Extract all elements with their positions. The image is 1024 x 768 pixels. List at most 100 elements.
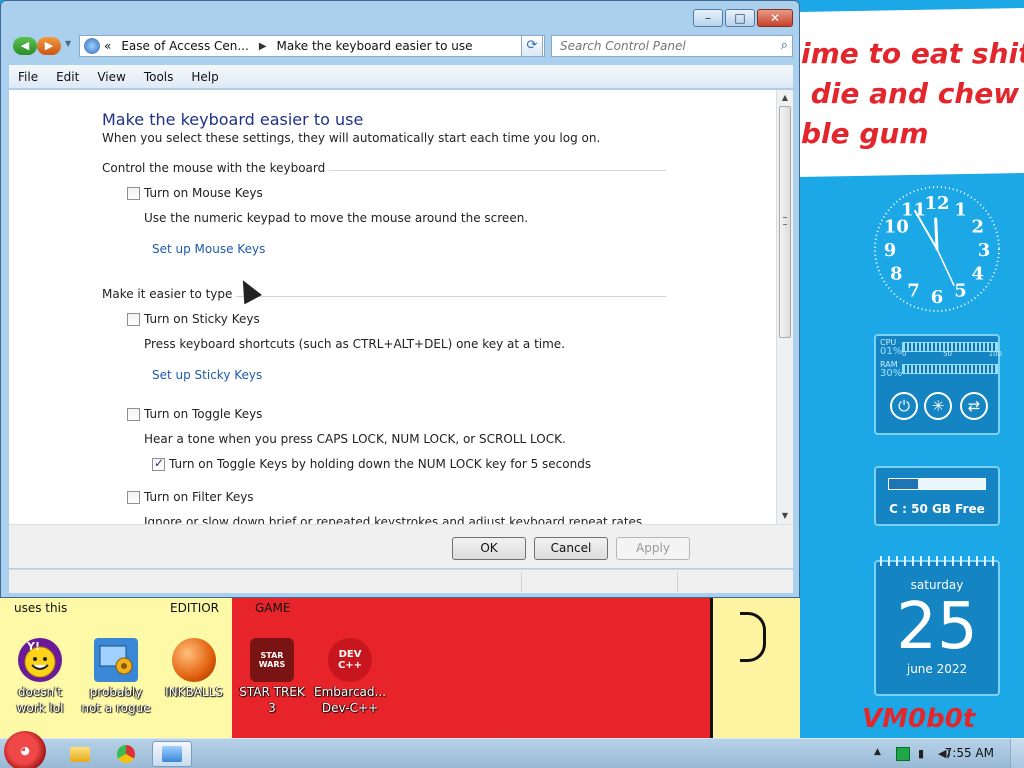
control-panel-window: – □ ✕ ◀ ▶ ▼ « Ease of Access Cen... ▶ Ma… [0,0,800,598]
toggle-keys-numlock-option[interactable]: Turn on Toggle Keys by holding down the … [152,456,591,471]
apply-button[interactable]: Apply [616,537,690,560]
desktop-icon-dev-cpp[interactable]: DEV C++ Embarcad... Dev-C++ [314,638,386,716]
wallpaper-text: ime to eat shit die and chew ble gum [801,37,1024,150]
refresh-button[interactable]: ⟳ [521,35,543,57]
scroll-up-icon[interactable]: ▲ [777,90,793,106]
toggle-keys-option[interactable]: Turn on Toggle Keys [127,407,262,421]
menu-view[interactable]: View [88,70,134,84]
wallpaper-label-game: GAME [255,601,291,615]
title-bar[interactable]: – □ ✕ [1,1,799,33]
show-desktop-button[interactable] [1010,739,1024,768]
cancel-button[interactable]: Cancel [534,537,608,560]
maximize-button[interactable]: □ [725,9,755,27]
taskbar-clock[interactable]: 7:55 AM [945,746,994,760]
drive-usage-fill [889,479,918,489]
search-box[interactable]: ⌕ [551,35,793,57]
sticky-keys-checkbox[interactable] [127,312,140,326]
toggle-keys-checkbox[interactable] [127,407,140,421]
cpu-value: 01% [880,346,903,357]
toggle-keys-label[interactable]: Turn on Toggle Keys [144,407,262,421]
drive-usage-bar [888,478,986,490]
section-mouse-label: Control the mouse with the keyboard [102,161,330,175]
desktop-icon-star-trek[interactable]: STAR WARS STAR TREK 3 [236,638,308,716]
sticky-keys-option[interactable]: Turn on Sticky Keys [127,312,260,326]
toggle-keys-numlock-label[interactable]: Turn on Toggle Keys by holding down the … [169,457,591,471]
setup-sticky-keys-link[interactable]: Set up Sticky Keys [152,368,262,382]
taskbar-chrome[interactable] [106,741,146,767]
control-panel-icon [162,746,182,762]
loading-icon[interactable]: ✳ [924,392,952,420]
show-hidden-icons[interactable]: ▲ [874,747,888,761]
sticky-keys-description: Press keyboard shortcuts (such as CTRL+A… [144,337,566,351]
breadcrumb-ease-of-access[interactable]: Ease of Access Cen... [121,39,248,53]
clock-numeral: 7 [907,281,920,302]
clock-numeral: 1 [954,199,967,220]
scroll-down-icon[interactable]: ▼ [777,508,793,524]
menu-help[interactable]: Help [182,70,227,84]
search-icon[interactable]: ⌕ [781,38,788,53]
section-mouse-header: Control the mouse with the keyboard [102,161,666,177]
desktop-icon-label: doesn't work lol [16,685,64,715]
desktop-icon-inkball[interactable]: INKBALLS [158,638,230,700]
taskbar: ◕ ▲ ▮ ◀) 7:55 AM [0,731,1024,768]
page-subtitle: When you select these settings, they wil… [102,131,601,145]
drive-gadget[interactable]: C : 50 GB Free [874,466,1000,526]
cpu-meter-gadget[interactable]: CPU 01% 0 50 100 RAM 30% ⏻ ✳ ⇄ [874,334,1002,435]
setup-mouse-keys-link[interactable]: Set up Mouse Keys [152,242,265,256]
scrollbar-grip [783,217,787,225]
filter-keys-label[interactable]: Turn on Filter Keys [144,490,254,504]
toggle-keys-numlock-checkbox[interactable] [152,456,165,471]
wallpaper-signature: VM0b0t [862,704,976,734]
menu-file[interactable]: File [9,70,47,84]
dev-cpp-icon: DEV C++ [328,638,372,682]
section-typing-header: Make it easier to type [102,287,666,303]
power-icon[interactable]: ⏻ [890,392,918,420]
filter-keys-description: Ignore or slow down brief or repeated ke… [144,515,646,524]
filter-keys-checkbox[interactable] [127,490,140,504]
control-panel-icon [94,638,138,682]
address-bar[interactable]: « Ease of Access Cen... ▶ Make the keybo… [79,35,545,57]
clock-numeral: 5 [954,281,967,302]
menu-tools[interactable]: Tools [135,70,183,84]
filter-keys-option[interactable]: Turn on Filter Keys [127,490,254,504]
breadcrumb-overflow[interactable]: « [104,39,111,53]
section-typing-label: Make it easier to type [102,287,237,301]
refresh-icon: ⟳ [526,38,538,53]
scrollbar-thumb[interactable] [779,106,791,338]
search-input[interactable] [552,36,762,56]
breadcrumb-separator[interactable]: ▶ [259,41,267,52]
vertical-scrollbar[interactable]: ▲ ▼ [776,90,793,524]
caption-buttons: – □ ✕ [693,9,793,27]
start-button[interactable]: ◕ [4,731,46,768]
clock-numeral: 12 [924,193,949,214]
close-button[interactable]: ✕ [757,9,793,27]
status-bar [9,569,793,593]
calendar-gadget[interactable]: saturday 25 june 2022 [874,556,1000,696]
desktop-icon-control-panel[interactable]: probably not a rogue [80,638,152,716]
sticky-keys-label[interactable]: Turn on Sticky Keys [144,312,260,326]
recent-pages-dropdown[interactable]: ▼ [65,39,71,48]
minimize-button[interactable]: – [693,9,723,27]
taskbar-explorer[interactable] [60,741,100,767]
taskbar-control-panel[interactable] [152,741,192,767]
chrome-icon [117,745,135,763]
network-icon[interactable]: ▮ [918,747,932,761]
clock-hour-hand [934,217,939,251]
mouse-keys-label[interactable]: Turn on Mouse Keys [144,186,263,200]
ok-button[interactable]: OK [452,537,526,560]
menu-edit[interactable]: Edit [47,70,88,84]
dialog-button-bar: OK Cancel Apply [9,524,793,568]
clock-gadget[interactable]: 12 1234567891011 [872,184,1002,314]
breadcrumb-current[interactable]: Make the keyboard easier to use [277,39,473,53]
calendar-date: 25 [896,590,978,664]
mouse-keys-option[interactable]: Turn on Mouse Keys [127,186,263,200]
mouse-keys-checkbox[interactable] [127,186,140,200]
clock-numeral: 9 [884,240,897,261]
back-button[interactable]: ◀ [13,37,37,55]
arrow-left-icon: ◀ [20,39,30,52]
switch-user-icon[interactable]: ⇄ [960,392,988,420]
desktop-icon-yahoo[interactable]: Y! doesn't work lol [4,638,76,716]
folder-icon [70,746,90,762]
action-center-icon[interactable] [896,747,910,761]
forward-button[interactable]: ▶ [37,37,61,55]
